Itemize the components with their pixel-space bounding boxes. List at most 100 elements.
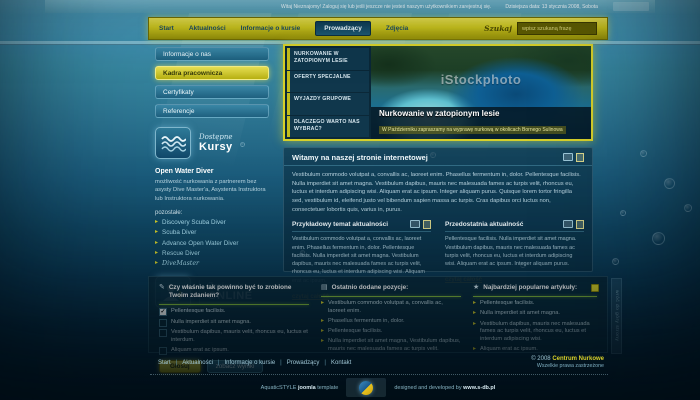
feed-icon[interactable] [591, 284, 599, 292]
footer-link-aktualnosci[interactable]: Aktualności [182, 360, 224, 366]
popular-item[interactable]: ▸ Pellentesque facilisis. [473, 300, 597, 308]
course-link-rescue[interactable]: ▸ Rescue Diver [155, 250, 269, 257]
popular-widget: ★ Najbardziej popularne artykuły: ▸ Pell… [473, 284, 597, 345]
sidebar-item-referencje[interactable]: Referencje [155, 104, 269, 118]
banner-item-oferty[interactable]: Oferty specjalne [287, 71, 369, 93]
nav-item-prowadzacy[interactable]: Prowadzący [315, 21, 371, 36]
nav-item-start[interactable]: Start [159, 25, 174, 32]
sidebar-item-certyfikaty[interactable]: Certyfikaty [155, 85, 269, 99]
sidebar-item-informacje-o-nas[interactable]: Informacje o nas [155, 47, 269, 61]
copyright: © 2008 Centrum Nurkowe Wszelkie prawa za… [531, 356, 608, 369]
course-link-label: Rescue Diver [162, 250, 200, 257]
divider-green [321, 296, 461, 297]
search-label: Szukaj [484, 24, 512, 33]
course-link-discovery[interactable]: ▸ Discovery Scuba Diver [155, 219, 269, 226]
arrow-icon: ▸ [321, 338, 324, 345]
footer-link-start[interactable]: Start [158, 360, 182, 366]
course-link-advance[interactable]: ▸ Advance Open Water Diver [155, 240, 269, 247]
heading-actions [563, 220, 584, 229]
recent-item-label: Pellentesque facilisis. [328, 328, 382, 336]
search-input[interactable] [517, 22, 597, 35]
recent-heading: ▤ Ostatnio dodane pozycje: [321, 284, 461, 292]
feature-banner: Nurkowanie w zatopionym lesie Oferty spe… [283, 44, 593, 141]
nav-item-zdjecia[interactable]: Zdjęcia [386, 25, 408, 32]
recent-widget: ▤ Ostatnio dodane pozycje: ▸ Vestibulum … [321, 284, 461, 345]
sidebar-item-kadra-pracownicza[interactable]: Kadra pracownicza [155, 66, 269, 80]
poll-option[interactable]: ✓ Pellentesque facilisis. [159, 308, 309, 316]
recent-item[interactable]: ▸ Nulla imperdiet sit amet magna, Vestib… [321, 338, 461, 353]
bubble [640, 150, 647, 157]
watermark: iStockphoto [371, 72, 591, 87]
arrow-icon: ▸ [155, 250, 158, 257]
poll-heading: ✎ Czy właśnie tak powinno być to zrobion… [159, 284, 309, 300]
bubble [652, 232, 665, 245]
popular-item[interactable]: ▸ Nulla imperdiet sit amet magna. [473, 310, 597, 318]
courses-kicker: Dostępne [199, 133, 233, 141]
back-to-top-tab[interactable]: wróć do góry strony [611, 278, 622, 354]
popular-item[interactable]: ▸ Vestibulum dapibus, mauris nec malesua… [473, 321, 597, 344]
poll-option[interactable]: Nulla imperdiet sit amet magna. [159, 319, 309, 327]
footer: Start Aktualności Informacje o kursie Pr… [148, 356, 608, 369]
content-panel: Witamy na naszej stronie internetowej Ve… [283, 147, 593, 272]
recent-item-label: Nulla imperdiet sit amet magna, Vestibul… [328, 338, 461, 353]
document-icon[interactable] [423, 220, 431, 229]
document-icon[interactable] [576, 153, 584, 162]
footer-link-informacje[interactable]: Informacje o kursie [224, 360, 286, 366]
developer-logo-icon[interactable] [359, 381, 373, 395]
recent-item-label: Vestibulum commodo volutpat a, convallis… [328, 300, 461, 315]
footer-link-prowadzacy[interactable]: Prowadzący [287, 360, 331, 366]
popular-item[interactable]: ▸ Aliquam erat ac ipsum. [473, 346, 597, 354]
courses-header: Dostępne Kursy [155, 127, 269, 159]
course-link-label: Discovery Scuba Diver [162, 219, 226, 226]
welcome-title: Witamy na naszej stronie internetowej [292, 153, 428, 162]
printer-icon[interactable] [563, 153, 573, 161]
banner-photo[interactable]: iStockphoto Nurkowanie w zatopionym lesi… [371, 46, 591, 139]
heading-actions [410, 220, 431, 229]
recent-item[interactable]: ▸ Vestibulum commodo volutpat a, convall… [321, 300, 461, 315]
template-suffix: template [316, 385, 339, 391]
bubble [612, 258, 619, 265]
recent-item-label: Phasellus fermentum in, dolor. [328, 318, 405, 326]
course-link-label: Advance Open Water Diver [162, 240, 238, 247]
recent-item[interactable]: ▸ Pellentesque facilisis. [321, 328, 461, 336]
checkbox-checked[interactable]: ✓ [159, 308, 167, 316]
popular-item-label: Nulla imperdiet sit amet magna. [480, 310, 560, 318]
course-link-divemaster[interactable]: ▸ DiveMaster [155, 260, 269, 267]
banner-item-nurkowanie[interactable]: Nurkowanie w zatopionym lesie [287, 48, 369, 70]
course-link-scuba[interactable]: ▸ Scuba Diver [155, 229, 269, 236]
printer-icon[interactable] [563, 220, 573, 228]
arrow-icon: ▸ [155, 260, 158, 267]
login-greeting[interactable]: Witaj Nieznajomy! Zaloguj się lub jeśli … [281, 4, 491, 10]
footer-link-kontakt[interactable]: Kontakt [331, 360, 351, 366]
arrow-icon: ▸ [321, 300, 324, 307]
popular-item-label: Pellentesque facilisis. [480, 300, 534, 308]
recent-item[interactable]: ▸ Phasellus fermentum in, dolor. [321, 318, 461, 326]
checkbox[interactable] [159, 319, 167, 327]
credits-site-link[interactable]: www.s-db.pl [463, 385, 495, 391]
news-text: Pellentesque facilisis. Nulla imperdiet … [445, 235, 584, 268]
rights-reserved: Wszelkie prawa zastrzeżone [531, 363, 604, 369]
nav-item-informacje[interactable]: Informacje o kursie [241, 25, 301, 32]
developer-logo-box [346, 378, 386, 397]
poll-option-label: Pellentesque facilisis. [171, 308, 225, 316]
divider-green [473, 296, 597, 297]
checkbox[interactable] [159, 329, 167, 337]
printer-icon[interactable] [410, 220, 420, 228]
banner-item-dlaczego[interactable]: Dlaczego warto nas wybrać? [287, 116, 369, 138]
banner-item-wyjazdy[interactable]: Wyjazdy grupowe [287, 93, 369, 115]
arrow-icon: ▸ [321, 328, 324, 335]
arrow-icon: ▸ [473, 310, 476, 317]
popular-heading: ★ Najbardziej popularne artykuły: [473, 284, 597, 292]
nav-item-aktualnosci[interactable]: Aktualności [189, 25, 226, 32]
search-area: Szukaj [484, 22, 597, 35]
document-icon[interactable] [576, 220, 584, 229]
course-link-label: DiveMaster [162, 260, 199, 267]
poll-option[interactable]: Vestibulum dapibus, mauris velit, rhoncu… [159, 329, 309, 344]
footer-links: Start Aktualności Informacje o kursie Pr… [148, 356, 351, 369]
course-link-label: Scuba Diver [162, 229, 196, 236]
courses-title: Kursy [199, 141, 233, 153]
poll-option[interactable]: Aliquam erat ac ipsum. [159, 347, 309, 355]
checkbox[interactable] [159, 347, 167, 355]
featured-course: Open Water Diver [155, 168, 269, 175]
bottom-panel: ✎ Czy właśnie tak powinno być to zrobion… [148, 276, 608, 353]
